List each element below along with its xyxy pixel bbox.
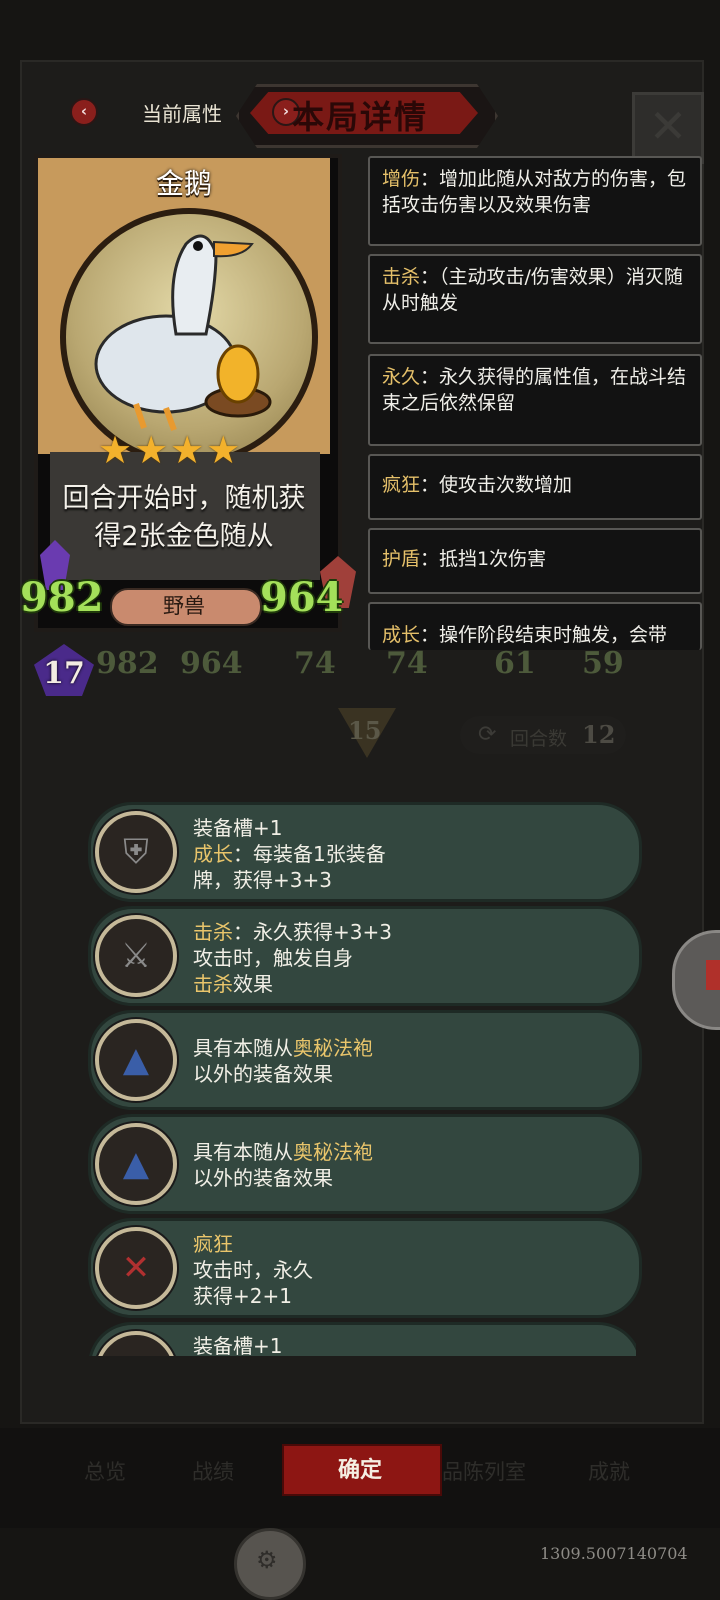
keyword-highlight: 击杀 <box>193 972 233 996</box>
armor-icon: ⛨ <box>95 1331 177 1356</box>
equipment-line: 以外的装备效果 <box>193 1062 333 1086</box>
confirm-button-label: 确定 <box>337 1458 382 1483</box>
equipment-line-rest: ：每装备1张装备 <box>233 842 386 866</box>
equipment-line: 攻击时，永久 <box>193 1258 313 1282</box>
tab-round-details-label: 本局详情 <box>292 98 429 136</box>
keyword-highlight: 成长 <box>193 842 233 866</box>
equipment-line: 具有本随从奥秘法袍 <box>193 1139 373 1165</box>
keyword-highlight: 奥秘法袍 <box>293 1036 373 1060</box>
equipment-item[interactable]: ✕ 疯狂 攻击时，永久 获得+2+1 <box>88 1218 642 1318</box>
level-value: 17 <box>43 656 85 691</box>
equipment-text: 击杀：永久获得+3+3 攻击时，触发自身 击杀效果 <box>193 919 392 997</box>
crossed-swords-icon: ✕ <box>95 1227 177 1309</box>
tab-achievements[interactable]: 成就 <box>588 1456 630 1486</box>
tribe-label: 野兽 <box>163 594 205 618</box>
equipment-line-pre: 具有本随从 <box>193 1140 293 1164</box>
keyword-text: 永久：永久获得的属性值，在战斗结束之后依然保留 <box>370 356 700 424</box>
minion-description: 回合开始时，随机获 得2张金色随从 <box>44 480 324 556</box>
equipment-line-pre: 具有本随从 <box>193 1036 293 1060</box>
keyword-highlight: 奥秘法袍 <box>293 1140 373 1164</box>
keyword-panel: 疯狂：使攻击次数增加 <box>368 454 702 520</box>
version-label: 1309.5007140704 <box>540 1544 688 1563</box>
background-stat: 74 <box>386 646 428 681</box>
keyword-desc: ：抵挡1次伤害 <box>420 548 547 570</box>
equipment-line: 成长：每装备1张装备 <box>193 841 386 867</box>
equipment-line: 击杀：永久获得+3+3 <box>193 919 392 945</box>
close-button[interactable]: ✕ <box>632 92 704 164</box>
equipment-text: 装备槽+1 成长：每装备1张装备 牌，获得+3+3 <box>193 815 386 893</box>
keyword-name: 击杀 <box>382 266 421 288</box>
tab-current-attributes[interactable]: 当前属性 <box>142 98 222 127</box>
equipment-line: 获得+2+1 <box>193 1284 292 1308</box>
background-stat: 61 <box>494 646 536 681</box>
description-line: 回合开始时，随机获 <box>62 483 306 514</box>
background-stat: 74 <box>294 646 336 681</box>
card-icon <box>706 960 720 990</box>
keyword-panel: 永久：永久获得的属性值，在战斗结束之后依然保留 <box>368 354 702 446</box>
equipment-item[interactable]: ▲ 具有本随从奥秘法袍 以外的装备效果 <box>88 1010 642 1110</box>
keyword-panel: 护盾：抵挡1次伤害 <box>368 528 702 594</box>
equipment-line-rest: ：永久获得+3+3 <box>233 920 392 944</box>
keyword-desc: ：永久获得的属性值，在战斗结束之后依然保留 <box>382 366 687 414</box>
prev-tab-button[interactable]: ‹ <box>70 98 98 126</box>
attack-value: 982 <box>20 574 104 621</box>
equipment-line: 击杀效果 <box>193 971 392 997</box>
keyword-name: 护盾 <box>382 548 421 570</box>
keyword-name: 疯狂 <box>382 474 421 496</box>
refresh-icon: ⟳ <box>478 722 497 747</box>
equipment-line: 以外的装备效果 <box>193 1166 333 1190</box>
background-stat: 964 <box>180 646 243 681</box>
equipment-line: 攻击时，触发自身 <box>193 946 353 970</box>
robe-icon: ▲ <box>95 1123 177 1205</box>
keyword-panel: 增伤：增加此随从对敌方的伤害，包括攻击伤害以及效果伤害 <box>368 156 702 246</box>
equipment-item[interactable]: ⛨ 装备槽+1 成长：每装备1张装备 牌，获得+3+3 <box>88 802 642 902</box>
turn-arrow-count: 15 <box>348 716 382 745</box>
equipment-item[interactable]: ⛨ 装备槽+1 <box>88 1322 636 1356</box>
equipment-line: 装备槽+1 <box>193 1334 283 1356</box>
equipment-text: 装备槽+1 <box>193 1333 282 1356</box>
keyword-highlight: 疯狂 <box>193 1232 233 1256</box>
keyword-name: 成长 <box>382 624 421 646</box>
keyword-panel: 成长：操作阶段结束时触发，会带 <box>368 602 702 650</box>
tab-showcase[interactable]: 品陈列室 <box>442 1456 526 1486</box>
equipment-line: 具有本随从奥秘法袍 <box>193 1035 373 1061</box>
description-line: 得2张金色随从 <box>94 521 274 552</box>
armor-icon: ⛨ <box>95 811 177 893</box>
goose-icon <box>94 234 272 432</box>
equipment-item-clip: ⛨ 装备槽+1 <box>88 1322 636 1356</box>
tab-records[interactable]: 战绩 <box>192 1456 234 1486</box>
equipment-line-rest: 效果 <box>233 972 273 996</box>
health-value: 964 <box>260 574 344 621</box>
round-label: 回合数 <box>510 728 568 750</box>
keyword-desc: ：使攻击次数增加 <box>420 474 573 496</box>
background-stat: 59 <box>582 646 624 681</box>
keyword-text: 成长：操作阶段结束时触发，会带 <box>370 604 700 650</box>
keyword-desc: ：（主动攻击/伤害效果）消灭随从时触发 <box>382 266 683 314</box>
keyword-text: 击杀：（主动攻击/伤害效果）消灭随从时触发 <box>370 256 700 324</box>
keyword-name: 永久 <box>382 366 421 388</box>
minion-name: 金鹅 <box>155 167 212 200</box>
robe-icon: ▲ <box>95 1019 177 1101</box>
scythe-icon: ⚔ <box>95 915 177 997</box>
keyword-highlight: 击杀 <box>193 920 233 944</box>
tab-overview[interactable]: 总览 <box>84 1456 126 1486</box>
background-stat: 982 <box>96 646 159 681</box>
equipment-line: 牌，获得+3+3 <box>193 868 332 892</box>
equipment-text: 具有本随从奥秘法袍 以外的装备效果 <box>193 1035 373 1087</box>
keyword-text: 护盾：抵挡1次伤害 <box>370 530 700 580</box>
equipment-text: 具有本随从奥秘法袍 以外的装备效果 <box>193 1139 373 1191</box>
gear-icon: ⚙ <box>256 1546 278 1574</box>
keyword-name: 增伤 <box>382 168 421 190</box>
equipment-line: 装备槽+1 <box>193 816 283 840</box>
equipment-item[interactable]: ▲ 具有本随从奥秘法袍 以外的装备效果 <box>88 1114 642 1214</box>
keyword-desc: ：操作阶段结束时触发，会带 <box>420 624 668 646</box>
star-rating: ★★★★ <box>98 428 243 472</box>
keyword-panel: 击杀：（主动攻击/伤害效果）消灭随从时触发 <box>368 254 702 344</box>
keyword-text: 增伤：增加此随从对敌方的伤害，包括攻击伤害以及效果伤害 <box>370 158 700 226</box>
round-value: 12 <box>582 720 616 749</box>
keyword-desc: ：增加此随从对敌方的伤害，包括攻击伤害以及效果伤害 <box>382 168 687 216</box>
keyword-text: 疯狂：使攻击次数增加 <box>370 456 700 506</box>
equipment-text: 疯狂 攻击时，永久 获得+2+1 <box>193 1231 313 1309</box>
equipment-item[interactable]: ⚔ 击杀：永久获得+3+3 攻击时，触发自身 击杀效果 <box>88 906 642 1006</box>
